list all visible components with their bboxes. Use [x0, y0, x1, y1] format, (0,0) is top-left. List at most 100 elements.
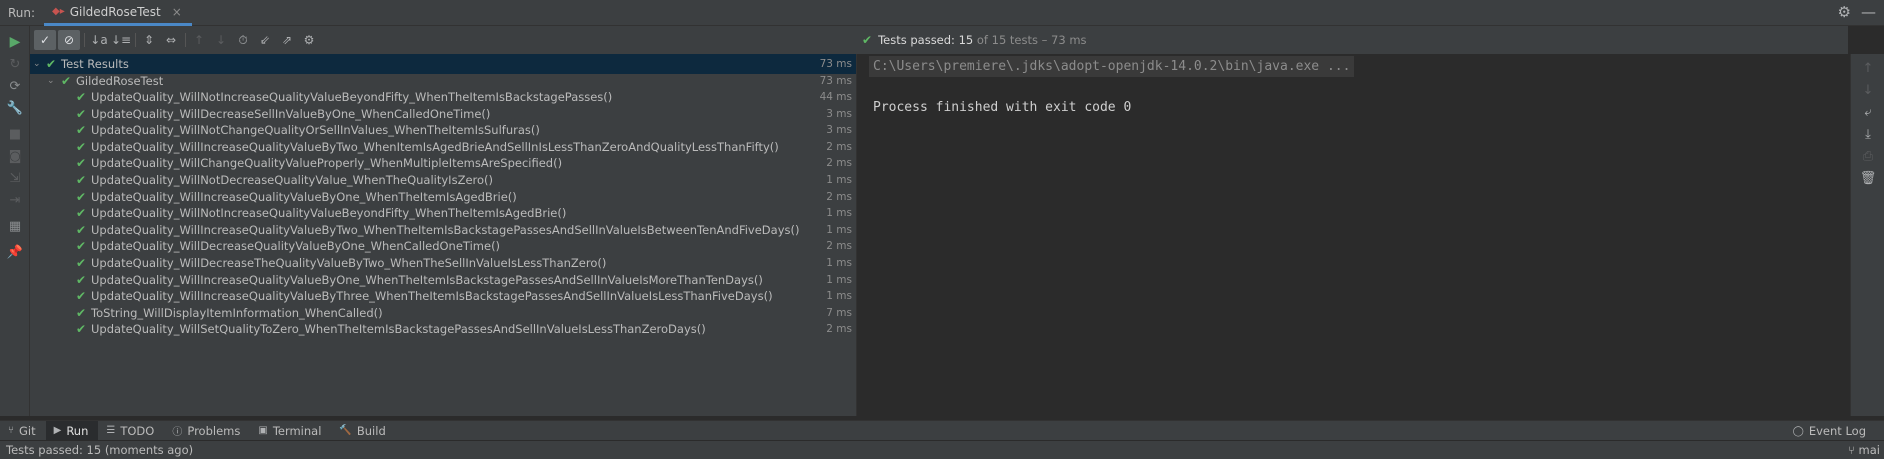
import-tests-icon[interactable]: ⇙	[254, 30, 276, 50]
check-icon: ✔	[76, 123, 87, 138]
layout-icon[interactable]: ▦	[5, 216, 25, 236]
chevron-down-icon[interactable]: ⌄	[47, 76, 55, 86]
tool-problems[interactable]: ⓘ Problems	[164, 421, 250, 441]
run-label: Run:	[8, 6, 36, 20]
check-icon: ✔	[76, 289, 87, 304]
check-icon: ✔	[76, 90, 87, 104]
test-config-icon: ◆▸	[52, 6, 65, 17]
pin-icon[interactable]: 📌	[5, 242, 25, 262]
command-line[interactable]: C:\Users\premiere\.jdks\adopt-openjdk-14…	[869, 56, 1355, 77]
event-log-icon: ◯	[1792, 425, 1804, 437]
test-name: UpdateQuality_WillNotChangeQualityOrSell…	[91, 123, 540, 138]
rerun-icon[interactable]: ▶	[5, 32, 25, 52]
print-icon[interactable]: ⎙	[1858, 146, 1878, 166]
test-time: 1 ms	[826, 174, 852, 186]
camera-icon[interactable]: ◙	[5, 146, 25, 166]
check-icon: ✔	[862, 33, 873, 47]
tool-run[interactable]: ▶ Run	[45, 420, 99, 441]
minimize-icon[interactable]: —	[1861, 3, 1876, 21]
rerun-failed-icon[interactable]: ↻	[5, 54, 25, 74]
show-ignored-icon[interactable]: ⊘	[58, 30, 80, 50]
check-icon: ✔	[76, 156, 87, 171]
test-row[interactable]: ✔ UpdateQuality_WillSetQualityToZero_When…	[30, 319, 856, 339]
tool-git[interactable]: ⑂ Git	[0, 421, 46, 441]
settings-icon[interactable]: ⚙	[298, 30, 320, 50]
test-time: 1 ms	[826, 223, 852, 236]
tool-terminal[interactable]: ▣ Terminal	[250, 421, 331, 441]
git-branch[interactable]: ⑂ mai	[1848, 443, 1880, 457]
test-time: 1 ms	[826, 273, 852, 286]
sort-duration-icon[interactable]: ↓≡	[110, 30, 132, 50]
stop-icon[interactable]: ■	[5, 124, 25, 144]
close-icon[interactable]: ×	[172, 5, 182, 19]
run-icon: ▶	[53, 425, 62, 436]
test-name: UpdateQuality_WillIncreaseQualityValueBy…	[91, 222, 800, 237]
todo-icon: ☰	[106, 425, 116, 436]
tool-build[interactable]: 🔨 Build	[331, 421, 395, 441]
test-time: 44 ms	[819, 91, 852, 103]
restore-layout-icon[interactable]: ⇥	[5, 190, 25, 210]
show-passed-icon[interactable]: ✓	[34, 30, 56, 50]
sort-alpha-icon[interactable]: ↓a	[88, 30, 110, 50]
test-name: UpdateQuality_WillSetQualityToZero_WhenT…	[91, 322, 706, 337]
git-icon: ⑂	[8, 425, 14, 436]
test-name: UpdateQuality_WillDecreaseSellInValueByO…	[91, 106, 491, 121]
test-results-tree: ⌄ ✔ Test Results 73 ms ⌄ ✔ GildedRoseTes…	[30, 54, 856, 416]
check-icon: ✔	[76, 106, 87, 121]
soft-wrap-icon[interactable]: ⤶	[1858, 102, 1878, 122]
test-time: 7 ms	[826, 306, 852, 319]
test-time: 1 ms	[826, 290, 852, 303]
check-icon: ✔	[76, 322, 87, 337]
console-output[interactable]: C:\Users\premiere\.jdks\adopt-openjdk-14…	[856, 54, 1850, 416]
tool-event-log[interactable]: ◯ Event Log	[1785, 421, 1876, 441]
wrench-icon[interactable]: 🔧	[5, 98, 25, 118]
up-icon[interactable]: ↑	[1858, 58, 1878, 78]
expand-all-icon[interactable]: ⇕	[138, 30, 160, 50]
export-icon[interactable]: ⇲	[5, 168, 25, 188]
status-message[interactable]: Tests passed: 15 (moments ago)	[6, 443, 193, 457]
chevron-down-icon[interactable]: ⌄	[33, 59, 41, 69]
export-tests-icon[interactable]: ⇗	[276, 30, 298, 50]
tool-todo[interactable]: ☰ TODO	[98, 421, 164, 441]
test-name: UpdateQuality_WillChangeQualityValueProp…	[91, 156, 563, 171]
next-test-icon[interactable]: ↓	[210, 30, 232, 50]
summary-prefix: Tests passed:	[878, 33, 955, 47]
summary-passed: 15	[958, 33, 974, 47]
check-icon: ✔	[76, 139, 87, 154]
history-icon[interactable]: ⏱	[232, 30, 254, 50]
tool-terminal-label: Terminal	[272, 423, 322, 438]
left-toolbar: ▶ ↻ ⟳ 🔧 ■ ◙ ⇲ ⇥ ▦ 📌	[0, 26, 30, 416]
down-icon[interactable]: ↓	[1858, 80, 1878, 100]
test-time: 3 ms	[826, 124, 852, 137]
test-name: UpdateQuality_WillDecreaseQualityValueBy…	[91, 239, 501, 254]
collapse-all-icon[interactable]: ⇔	[160, 30, 182, 50]
event-log-label: Event Log	[1808, 424, 1866, 438]
test-name: UpdateQuality_WillIncreaseQualityValueBy…	[91, 272, 763, 287]
run-tool-window-header: Run: ◆▸ GildedRoseTest × ⚙ —	[0, 0, 1884, 26]
status-bar: Tests passed: 15 (moments ago) ⑂ mai	[0, 440, 1884, 459]
test-tree-toolbar: ✓ ⊘ ↓a ↓≡ ⇕ ⇔ ↑ ↓ ⏱ ⇙ ⇗ ⚙	[30, 26, 856, 54]
gear-icon[interactable]: ⚙	[1838, 3, 1851, 21]
exit-message: Process finished with exit code 0	[873, 100, 1132, 115]
check-icon: ✔	[61, 74, 72, 88]
tab-title: GildedRoseTest	[69, 4, 161, 19]
console-toolbar: ↑ ↓ ⤶ ⤓ ⎙ 🗑	[1850, 54, 1884, 416]
test-time: 2 ms	[826, 323, 852, 336]
toggle-autotest-icon[interactable]: ⟳	[5, 76, 25, 96]
scroll-to-end-icon[interactable]: ⤓	[1858, 124, 1878, 144]
test-time: 1 ms	[826, 257, 852, 269]
test-name: UpdateQuality_WillDecreaseTheQualityValu…	[91, 256, 607, 270]
check-icon: ✔	[76, 173, 87, 187]
test-summary: ✔ Tests passed: 15 of 15 tests – 73 ms	[856, 26, 1848, 54]
test-name: UpdateQuality_WillIncreaseQualityValueBy…	[91, 289, 773, 304]
trash-icon[interactable]: 🗑	[1858, 168, 1878, 188]
test-name: UpdateQuality_WillNotDecreaseQualityValu…	[91, 173, 494, 187]
terminal-icon: ▣	[258, 425, 268, 436]
previous-test-icon[interactable]: ↑	[188, 30, 210, 50]
check-icon: ✔	[46, 57, 57, 71]
tab-gildedrosetest[interactable]: ◆▸ GildedRoseTest ×	[44, 0, 192, 26]
tool-problems-label: Problems	[187, 423, 241, 438]
tool-todo-label: TODO	[120, 423, 155, 438]
tree-suite-time: 73 ms	[819, 75, 852, 87]
check-icon: ✔	[76, 189, 87, 204]
